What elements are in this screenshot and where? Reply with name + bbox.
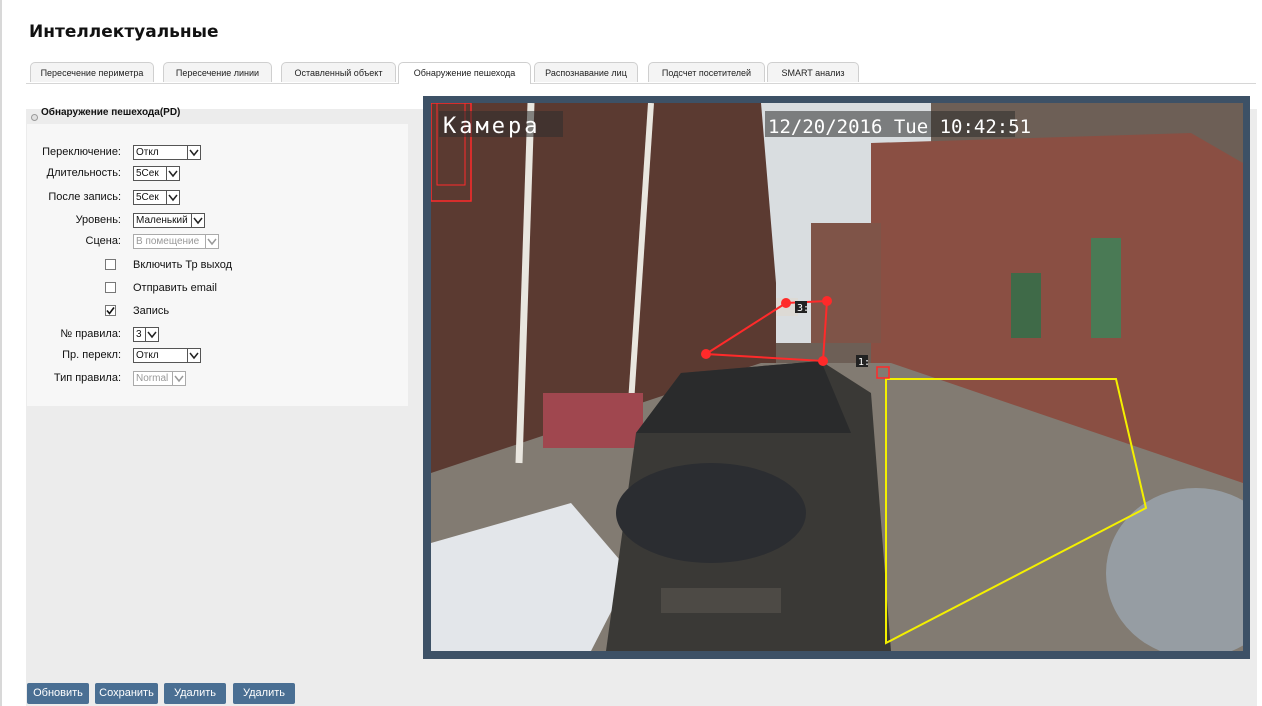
- settings-panel: Переключение: Откл Длительность: 5Сек По…: [27, 124, 408, 406]
- chevron-down-icon: [187, 146, 200, 159]
- rule-number-label: № правила:: [60, 328, 121, 340]
- tab-visitor-counting[interactable]: Подсчет посетителей: [648, 62, 765, 82]
- row-switch: Переключение: Откл: [27, 144, 408, 161]
- post-record-label: После запись:: [48, 191, 121, 203]
- chevron-down-icon: [187, 349, 200, 362]
- send-email-checkbox[interactable]: [105, 282, 116, 293]
- row-post-record: После запись: 5Сек: [27, 189, 408, 206]
- rule-type-value: Normal: [136, 373, 169, 384]
- row-send-email: Отправить email: [27, 280, 408, 297]
- license-plate: [661, 588, 781, 613]
- checkmark-icon: [106, 307, 115, 315]
- tab-smart-analysis[interactable]: SMART анализ: [767, 62, 859, 82]
- zone-vertex-handle[interactable]: [781, 298, 791, 308]
- level-label: Уровень:: [75, 214, 121, 226]
- chevron-down-icon: [145, 328, 158, 341]
- timestamp: 12/20/2016 Tue 10:42:51: [768, 116, 1031, 138]
- camera-preview[interactable]: Камера 12/20/2016 Tue 10:42:51 1: 3:: [431, 103, 1243, 651]
- chevron-down-icon: [191, 214, 204, 227]
- duration-value: 5Сек: [136, 168, 159, 179]
- zone-vertex-handle[interactable]: [818, 356, 828, 366]
- duration-label: Длительность:: [46, 167, 121, 179]
- camera-scene-svg: Камера 12/20/2016 Tue 10:42:51 1: 3:: [431, 103, 1243, 651]
- tab-bar: Пересечение периметра Пересечение линии …: [26, 62, 1256, 84]
- switch-select[interactable]: Откл: [133, 145, 201, 160]
- tab-line-crossing[interactable]: Пересечение линии: [163, 62, 272, 82]
- row-rule-number: № правила: 3: [27, 326, 408, 343]
- scene-select: В помещение: [133, 234, 219, 249]
- delete-button[interactable]: Удалить: [164, 683, 226, 704]
- chevron-down-icon: [166, 191, 179, 204]
- record-label: Запись: [133, 305, 170, 317]
- switch-value: Откл: [136, 147, 159, 158]
- row-duration: Длительность: 5Сек: [27, 165, 408, 182]
- chevron-down-icon: [205, 235, 218, 248]
- tab-pedestrian-detection[interactable]: Обнаружение пешехода: [398, 62, 531, 84]
- send-email-label: Отправить email: [133, 282, 217, 294]
- green-window: [1011, 273, 1041, 338]
- rule-switch-select[interactable]: Откл: [133, 348, 201, 363]
- level-select[interactable]: Маленький: [133, 213, 205, 228]
- chevron-down-icon: [166, 167, 179, 180]
- row-record: Запись: [27, 303, 408, 320]
- scene-value: В помещение: [136, 236, 200, 247]
- zone-label-1: 1:: [858, 357, 870, 368]
- far-building: [811, 223, 881, 343]
- section-title: Обнаружение пешехода(PD): [41, 107, 181, 118]
- chevron-down-icon: [172, 372, 185, 385]
- rule-switch-value: Откл: [136, 350, 159, 361]
- row-scene: Сцена: В помещение: [27, 233, 408, 250]
- tp-output-checkbox[interactable]: [105, 259, 116, 270]
- row-rule-switch: Пр. перекл: Откл: [27, 347, 408, 364]
- rule-number-select[interactable]: 3: [133, 327, 159, 342]
- section-bullet-icon: [31, 114, 38, 121]
- refresh-button[interactable]: Обновить: [27, 683, 89, 704]
- rule-number-value: 3: [136, 329, 142, 340]
- duration-select[interactable]: 5Сек: [133, 166, 180, 181]
- zone-vertex-handle[interactable]: [701, 349, 711, 359]
- rule-type-select: Normal: [133, 371, 186, 386]
- save-button[interactable]: Сохранить: [95, 683, 158, 704]
- car-rear-window: [616, 463, 806, 563]
- row-tp-output: Включить Тр выход: [27, 257, 408, 274]
- row-rule-type: Тип правила: Normal: [27, 370, 408, 387]
- tp-output-label: Включить Тр выход: [133, 259, 233, 271]
- rule-switch-label: Пр. перекл:: [62, 349, 121, 361]
- post-record-select[interactable]: 5Сек: [133, 190, 180, 205]
- camera-name: Камера: [443, 114, 540, 139]
- rule-type-label: Тип правила:: [53, 372, 121, 384]
- bench: [543, 393, 643, 448]
- row-level: Уровень: Маленький: [27, 212, 408, 229]
- delete-all-button[interactable]: Удалить: [233, 683, 295, 704]
- tab-face-recognition[interactable]: Распознавание лиц: [534, 62, 638, 82]
- switch-label: Переключение:: [42, 146, 121, 158]
- zone-vertex-handle[interactable]: [822, 296, 832, 306]
- post-record-value: 5Сек: [136, 192, 159, 203]
- page-title: Интеллектуальные: [29, 22, 219, 42]
- green-door: [1091, 238, 1121, 338]
- level-value: Маленький: [136, 215, 188, 226]
- record-checkbox[interactable]: [105, 305, 116, 316]
- scene-label: Сцена:: [85, 235, 122, 247]
- tab-perimeter-crossing[interactable]: Пересечение периметра: [30, 62, 154, 82]
- left-border: [0, 0, 2, 706]
- zone-label-3: 3:: [797, 303, 809, 314]
- tab-abandoned-object[interactable]: Оставленный объект: [281, 62, 396, 82]
